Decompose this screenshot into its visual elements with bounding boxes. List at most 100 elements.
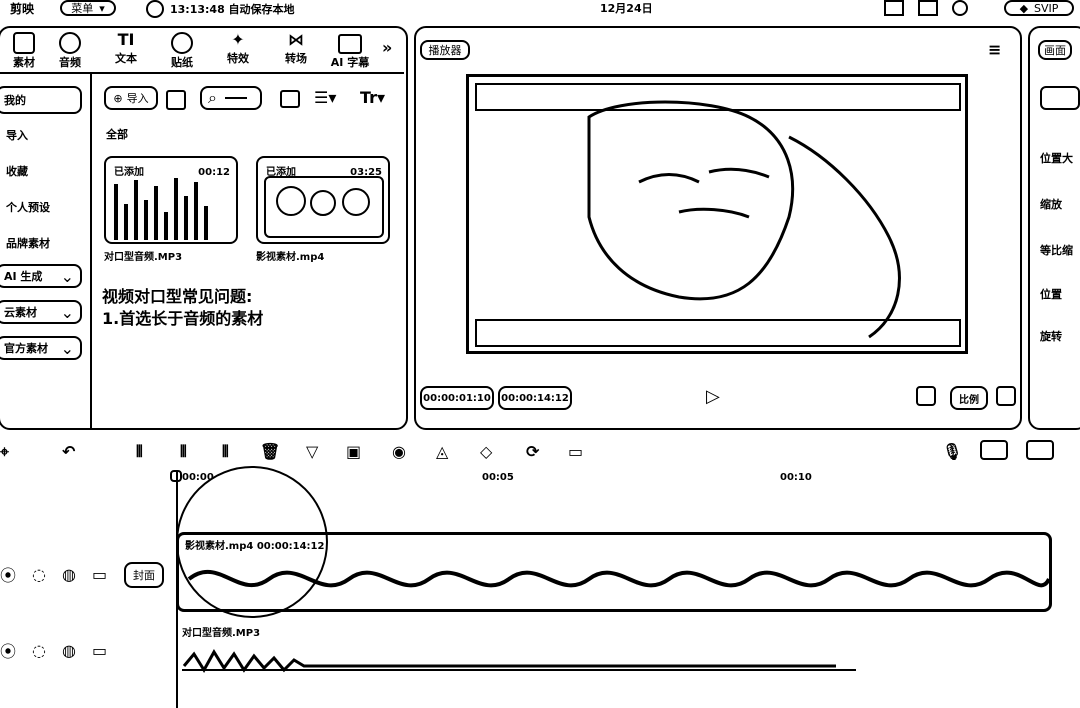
video-thumbnail: 已添加 03:25	[256, 156, 390, 244]
current-time: 00:00:01:10	[420, 386, 494, 410]
split-right-icon[interactable]: ⫴	[222, 442, 229, 462]
media-name: 对口型音频.MP3	[104, 252, 183, 263]
right-item-uniform-scale: 等比缩	[1040, 244, 1073, 257]
media-toolbar: ⊕ 导入 ⌕ ☰▾ Tr▾	[104, 86, 404, 112]
right-item-position-size: 位置大	[1040, 152, 1073, 165]
search-icon: ⌕	[208, 88, 217, 107]
right-tab-label: 画面	[1044, 44, 1066, 57]
tool-label: AI 字幕	[330, 56, 370, 69]
sidebar-item-label: 品牌素材	[6, 237, 50, 250]
crop-icon[interactable]: ▣	[346, 442, 361, 461]
delete-icon[interactable]: 🗑	[260, 442, 280, 461]
audio-eye-icon[interactable]: ◌	[32, 641, 46, 660]
select-tool-icon[interactable]: ⌖	[0, 442, 9, 462]
player-title: 播放器	[420, 40, 470, 60]
rotate-icon[interactable]: ◇	[480, 442, 492, 461]
marker-icon[interactable]: ▽	[306, 442, 318, 461]
timeline-toolbar: ⌖ ↶ ⫴ ⫴ ⫴ 🗑 ▽ ▣ ◉ ◬ ◇ ⟳ ▭ 🎙	[0, 438, 1080, 466]
link-icon[interactable]	[1026, 440, 1054, 460]
help-icon[interactable]	[952, 0, 968, 16]
more-icon[interactable]: ▭	[92, 565, 107, 584]
search-input[interactable]: ⌕	[200, 86, 262, 110]
tool-material[interactable]: 素材	[4, 30, 44, 69]
grid-icon[interactable]	[166, 90, 186, 110]
sidebar-item-label: 个人预设	[6, 201, 50, 214]
top-bar: 剪映 菜单 ▾ 13:13:48 自动保存本地 12月24日 ◆ SVIP	[0, 0, 1080, 18]
chevron-down-icon: ⌄	[60, 266, 74, 286]
sidebar-item-favorites[interactable]: 收藏	[0, 160, 86, 182]
media-card-video[interactable]: 已添加 03:25 影视素材.mp4	[256, 156, 390, 263]
lock-icon[interactable]: ⦿	[0, 562, 16, 586]
audio-icon	[59, 32, 81, 54]
tool-transition[interactable]: ⋈ 转场	[276, 30, 316, 68]
layout-icon[interactable]	[884, 0, 904, 16]
sidebar-item-label: 云素材	[4, 306, 37, 319]
right-tab-picture[interactable]: 画面	[1038, 40, 1072, 60]
autosave-text: 13:13:48 自动保存本地	[170, 3, 295, 16]
tool-text[interactable]: TI 文本	[106, 30, 146, 68]
sidebar-item-label: 收藏	[6, 165, 28, 178]
play-button[interactable]: ▷	[706, 386, 720, 407]
snap-icon[interactable]	[980, 440, 1008, 460]
filter-icon[interactable]: Tr▾	[360, 88, 385, 107]
audio-volume-icon[interactable]: ◍	[62, 641, 76, 660]
player-controls: 00:00:01:10 00:00:14:12 ▷ 比例	[420, 386, 1020, 410]
cloud-icon	[146, 0, 164, 18]
svip-button[interactable]: ◆ SVIP	[1004, 0, 1074, 16]
sidebar-item-presets[interactable]: 个人预设	[0, 196, 86, 218]
media-card-audio[interactable]: 已添加 00:12 对口型音频.MP3	[104, 156, 238, 263]
eye-icon[interactable]: ◌	[32, 565, 46, 584]
record-icon[interactable]: 🎙	[942, 442, 962, 461]
audio-track-controls: ⦿ ◌ ◍ ▭	[0, 638, 120, 662]
split-left-icon[interactable]: ⫴	[180, 442, 187, 462]
fullscreen-fit-icon[interactable]	[916, 386, 936, 406]
cover-button[interactable]: 封面	[124, 562, 164, 588]
import-button[interactable]: ⊕ 导入	[104, 86, 158, 110]
current-time-text: 00:00:01:10	[423, 392, 491, 404]
view-icon[interactable]	[280, 90, 300, 108]
player-menu-icon[interactable]: ≡	[988, 40, 1001, 59]
sidebar-item-import[interactable]: 导入	[0, 124, 86, 146]
right-item-position: 位置	[1040, 288, 1062, 301]
date-text: 12月24日	[600, 2, 653, 15]
playhead-handle[interactable]	[170, 470, 182, 482]
media-all-tab[interactable]: 全部	[106, 126, 128, 142]
total-time-text: 00:00:14:12	[501, 392, 569, 404]
sidebar-item-ai-generate[interactable]: AI 生成 ⌄	[0, 264, 82, 288]
mirror-icon[interactable]: ◬	[436, 442, 448, 461]
sort-icon[interactable]: ☰▾	[314, 88, 336, 107]
undo-icon[interactable]: ↶	[62, 442, 75, 461]
sidebar-item-official[interactable]: 官方素材 ⌄	[0, 336, 82, 360]
tool-label: 文本	[115, 52, 137, 65]
tool-audio[interactable]: 音频	[50, 30, 90, 69]
audio-more-icon[interactable]: ▭	[92, 641, 107, 660]
fullscreen-icon[interactable]	[996, 386, 1016, 406]
sidebar-item-cloud[interactable]: 云素材 ⌄	[0, 300, 82, 324]
tool-label: 贴纸	[171, 56, 193, 69]
volume-icon[interactable]: ◍	[62, 565, 76, 584]
tool-ai-subtitle[interactable]: AI 字幕	[328, 30, 372, 69]
speed-icon[interactable]: ◉	[392, 442, 406, 461]
caption-icon[interactable]: ▭	[568, 442, 583, 461]
ratio-button[interactable]: 比例	[950, 386, 988, 410]
menu-button[interactable]: 菜单 ▾	[60, 0, 116, 16]
sidebar-item-brand[interactable]: 品牌素材	[0, 232, 86, 254]
tool-sticker[interactable]: 贴纸	[162, 30, 202, 69]
sidebar-item-mine[interactable]: 我的	[0, 86, 82, 114]
freeze-icon[interactable]: ⟳	[526, 442, 539, 461]
tool-effects[interactable]: ✦ 特效	[218, 30, 258, 68]
split-icon[interactable]: ⫴	[136, 442, 143, 462]
sidebar-item-label: 导入	[6, 129, 28, 142]
transition-icon: ⋈	[288, 30, 304, 49]
plus-icon: ⊕	[113, 91, 123, 105]
sidebar-item-label: 我的	[4, 94, 26, 107]
sidebar-item-label: AI 生成	[4, 270, 43, 283]
shortcut-icon[interactable]	[918, 0, 938, 16]
video-frame	[264, 176, 384, 238]
sidebar: 我的 导入 收藏 个人预设 品牌素材 AI 生成 ⌄ 云素材 ⌄ 官方素材 ⌄	[0, 84, 90, 364]
subtitle-icon	[338, 34, 362, 54]
audio-lock-icon[interactable]: ⦿	[0, 638, 16, 662]
audio-clip[interactable]: 对口型音频.MP3	[176, 622, 860, 680]
more-tools-icon[interactable]: »	[382, 38, 392, 57]
chevron-down-icon: ⌄	[60, 338, 74, 358]
